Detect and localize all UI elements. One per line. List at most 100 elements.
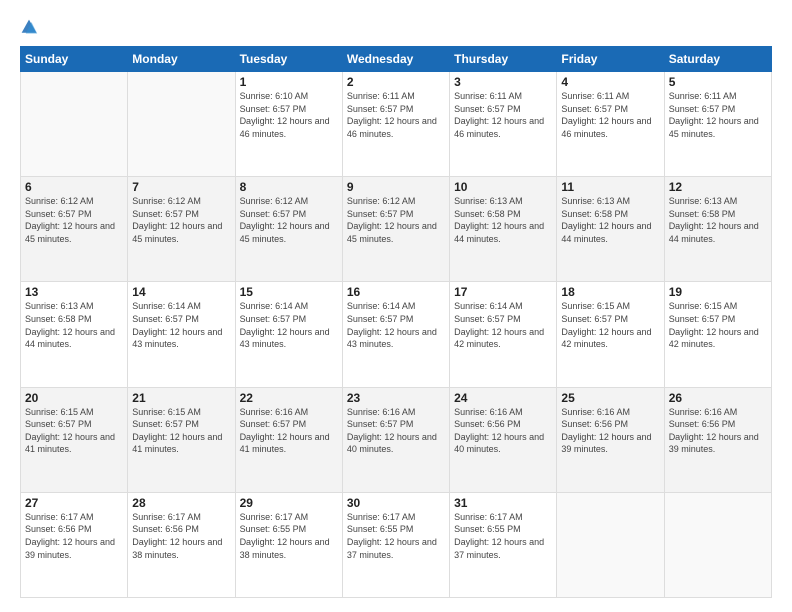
day-number: 29	[240, 496, 338, 510]
day-info: Sunrise: 6:12 AM Sunset: 6:57 PM Dayligh…	[240, 195, 338, 245]
day-info: Sunrise: 6:17 AM Sunset: 6:55 PM Dayligh…	[240, 511, 338, 561]
calendar: SundayMondayTuesdayWednesdayThursdayFrid…	[20, 46, 772, 598]
weekday-header-monday: Monday	[128, 47, 235, 72]
day-number: 24	[454, 391, 552, 405]
day-number: 15	[240, 285, 338, 299]
calendar-cell: 24Sunrise: 6:16 AM Sunset: 6:56 PM Dayli…	[450, 387, 557, 492]
day-info: Sunrise: 6:14 AM Sunset: 6:57 PM Dayligh…	[347, 300, 445, 350]
calendar-cell: 22Sunrise: 6:16 AM Sunset: 6:57 PM Dayli…	[235, 387, 342, 492]
day-info: Sunrise: 6:16 AM Sunset: 6:56 PM Dayligh…	[561, 406, 659, 456]
calendar-cell: 30Sunrise: 6:17 AM Sunset: 6:55 PM Dayli…	[342, 492, 449, 597]
calendar-cell: 13Sunrise: 6:13 AM Sunset: 6:58 PM Dayli…	[21, 282, 128, 387]
calendar-cell: 9Sunrise: 6:12 AM Sunset: 6:57 PM Daylig…	[342, 177, 449, 282]
day-info: Sunrise: 6:13 AM Sunset: 6:58 PM Dayligh…	[669, 195, 767, 245]
calendar-cell: 10Sunrise: 6:13 AM Sunset: 6:58 PM Dayli…	[450, 177, 557, 282]
calendar-week-row: 13Sunrise: 6:13 AM Sunset: 6:58 PM Dayli…	[21, 282, 772, 387]
day-number: 31	[454, 496, 552, 510]
weekday-header-saturday: Saturday	[664, 47, 771, 72]
day-number: 17	[454, 285, 552, 299]
calendar-cell	[664, 492, 771, 597]
calendar-cell: 28Sunrise: 6:17 AM Sunset: 6:56 PM Dayli…	[128, 492, 235, 597]
day-info: Sunrise: 6:15 AM Sunset: 6:57 PM Dayligh…	[132, 406, 230, 456]
calendar-cell: 12Sunrise: 6:13 AM Sunset: 6:58 PM Dayli…	[664, 177, 771, 282]
calendar-cell: 11Sunrise: 6:13 AM Sunset: 6:58 PM Dayli…	[557, 177, 664, 282]
calendar-cell: 15Sunrise: 6:14 AM Sunset: 6:57 PM Dayli…	[235, 282, 342, 387]
day-number: 23	[347, 391, 445, 405]
calendar-cell: 27Sunrise: 6:17 AM Sunset: 6:56 PM Dayli…	[21, 492, 128, 597]
day-number: 10	[454, 180, 552, 194]
calendar-cell	[21, 72, 128, 177]
day-number: 18	[561, 285, 659, 299]
day-number: 9	[347, 180, 445, 194]
calendar-cell: 3Sunrise: 6:11 AM Sunset: 6:57 PM Daylig…	[450, 72, 557, 177]
day-info: Sunrise: 6:15 AM Sunset: 6:57 PM Dayligh…	[669, 300, 767, 350]
weekday-header-sunday: Sunday	[21, 47, 128, 72]
calendar-cell: 19Sunrise: 6:15 AM Sunset: 6:57 PM Dayli…	[664, 282, 771, 387]
calendar-cell	[128, 72, 235, 177]
calendar-cell: 26Sunrise: 6:16 AM Sunset: 6:56 PM Dayli…	[664, 387, 771, 492]
calendar-cell: 5Sunrise: 6:11 AM Sunset: 6:57 PM Daylig…	[664, 72, 771, 177]
calendar-cell: 6Sunrise: 6:12 AM Sunset: 6:57 PM Daylig…	[21, 177, 128, 282]
day-info: Sunrise: 6:16 AM Sunset: 6:57 PM Dayligh…	[240, 406, 338, 456]
day-info: Sunrise: 6:15 AM Sunset: 6:57 PM Dayligh…	[25, 406, 123, 456]
day-info: Sunrise: 6:17 AM Sunset: 6:55 PM Dayligh…	[454, 511, 552, 561]
day-number: 20	[25, 391, 123, 405]
calendar-cell: 1Sunrise: 6:10 AM Sunset: 6:57 PM Daylig…	[235, 72, 342, 177]
calendar-cell: 18Sunrise: 6:15 AM Sunset: 6:57 PM Dayli…	[557, 282, 664, 387]
calendar-cell: 31Sunrise: 6:17 AM Sunset: 6:55 PM Dayli…	[450, 492, 557, 597]
day-info: Sunrise: 6:16 AM Sunset: 6:56 PM Dayligh…	[454, 406, 552, 456]
day-info: Sunrise: 6:11 AM Sunset: 6:57 PM Dayligh…	[561, 90, 659, 140]
day-number: 16	[347, 285, 445, 299]
day-info: Sunrise: 6:12 AM Sunset: 6:57 PM Dayligh…	[132, 195, 230, 245]
weekday-header-wednesday: Wednesday	[342, 47, 449, 72]
weekday-header-row: SundayMondayTuesdayWednesdayThursdayFrid…	[21, 47, 772, 72]
calendar-week-row: 1Sunrise: 6:10 AM Sunset: 6:57 PM Daylig…	[21, 72, 772, 177]
calendar-cell: 17Sunrise: 6:14 AM Sunset: 6:57 PM Dayli…	[450, 282, 557, 387]
weekday-header-tuesday: Tuesday	[235, 47, 342, 72]
day-info: Sunrise: 6:12 AM Sunset: 6:57 PM Dayligh…	[25, 195, 123, 245]
day-number: 12	[669, 180, 767, 194]
calendar-week-row: 27Sunrise: 6:17 AM Sunset: 6:56 PM Dayli…	[21, 492, 772, 597]
day-info: Sunrise: 6:12 AM Sunset: 6:57 PM Dayligh…	[347, 195, 445, 245]
day-number: 3	[454, 75, 552, 89]
calendar-cell: 29Sunrise: 6:17 AM Sunset: 6:55 PM Dayli…	[235, 492, 342, 597]
day-number: 19	[669, 285, 767, 299]
day-number: 13	[25, 285, 123, 299]
day-number: 21	[132, 391, 230, 405]
calendar-cell: 23Sunrise: 6:16 AM Sunset: 6:57 PM Dayli…	[342, 387, 449, 492]
day-info: Sunrise: 6:13 AM Sunset: 6:58 PM Dayligh…	[454, 195, 552, 245]
calendar-cell: 8Sunrise: 6:12 AM Sunset: 6:57 PM Daylig…	[235, 177, 342, 282]
day-number: 14	[132, 285, 230, 299]
logo	[20, 18, 38, 36]
calendar-cell: 16Sunrise: 6:14 AM Sunset: 6:57 PM Dayli…	[342, 282, 449, 387]
calendar-cell: 20Sunrise: 6:15 AM Sunset: 6:57 PM Dayli…	[21, 387, 128, 492]
page: SundayMondayTuesdayWednesdayThursdayFrid…	[0, 0, 792, 612]
calendar-cell: 14Sunrise: 6:14 AM Sunset: 6:57 PM Dayli…	[128, 282, 235, 387]
calendar-cell: 7Sunrise: 6:12 AM Sunset: 6:57 PM Daylig…	[128, 177, 235, 282]
day-info: Sunrise: 6:13 AM Sunset: 6:58 PM Dayligh…	[25, 300, 123, 350]
day-info: Sunrise: 6:15 AM Sunset: 6:57 PM Dayligh…	[561, 300, 659, 350]
day-info: Sunrise: 6:17 AM Sunset: 6:56 PM Dayligh…	[25, 511, 123, 561]
day-number: 27	[25, 496, 123, 510]
calendar-cell: 2Sunrise: 6:11 AM Sunset: 6:57 PM Daylig…	[342, 72, 449, 177]
day-number: 8	[240, 180, 338, 194]
day-info: Sunrise: 6:11 AM Sunset: 6:57 PM Dayligh…	[669, 90, 767, 140]
calendar-cell: 21Sunrise: 6:15 AM Sunset: 6:57 PM Dayli…	[128, 387, 235, 492]
calendar-week-row: 6Sunrise: 6:12 AM Sunset: 6:57 PM Daylig…	[21, 177, 772, 282]
calendar-cell: 25Sunrise: 6:16 AM Sunset: 6:56 PM Dayli…	[557, 387, 664, 492]
logo-icon	[20, 18, 38, 36]
day-info: Sunrise: 6:17 AM Sunset: 6:55 PM Dayligh…	[347, 511, 445, 561]
day-number: 30	[347, 496, 445, 510]
day-number: 11	[561, 180, 659, 194]
day-info: Sunrise: 6:16 AM Sunset: 6:57 PM Dayligh…	[347, 406, 445, 456]
day-info: Sunrise: 6:10 AM Sunset: 6:57 PM Dayligh…	[240, 90, 338, 140]
day-number: 1	[240, 75, 338, 89]
weekday-header-friday: Friday	[557, 47, 664, 72]
calendar-cell: 4Sunrise: 6:11 AM Sunset: 6:57 PM Daylig…	[557, 72, 664, 177]
day-number: 4	[561, 75, 659, 89]
calendar-cell	[557, 492, 664, 597]
day-number: 26	[669, 391, 767, 405]
calendar-week-row: 20Sunrise: 6:15 AM Sunset: 6:57 PM Dayli…	[21, 387, 772, 492]
day-number: 28	[132, 496, 230, 510]
day-number: 6	[25, 180, 123, 194]
